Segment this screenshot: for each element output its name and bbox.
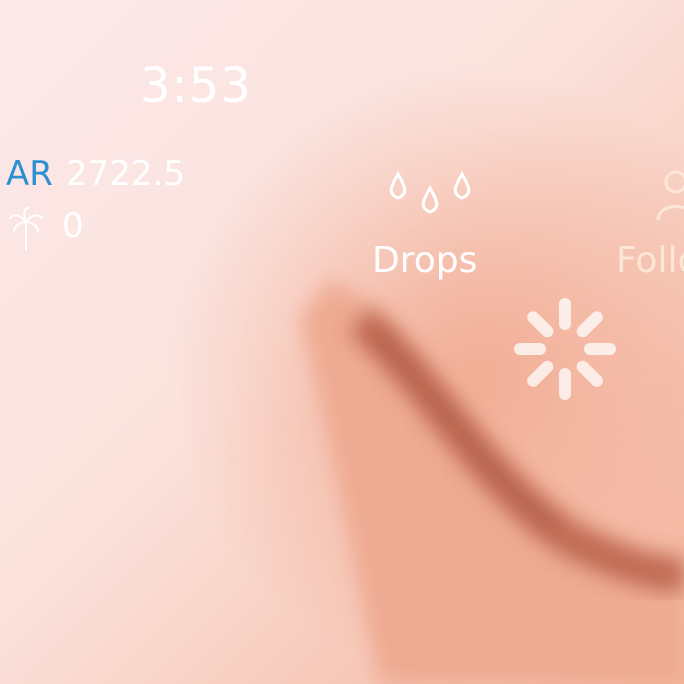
palm-value: 0 (62, 206, 84, 246)
drops-label: Drops (372, 240, 478, 281)
palm-tree-icon (9, 207, 43, 251)
clock-time: 3:53 (140, 58, 252, 114)
spinner-icon (514, 298, 616, 400)
ar-label: AR (6, 154, 53, 194)
ar-value: 2722.5 (66, 154, 185, 194)
drops-icon (389, 170, 471, 214)
person-icon (656, 170, 684, 221)
follow-label: Follo (616, 240, 684, 281)
